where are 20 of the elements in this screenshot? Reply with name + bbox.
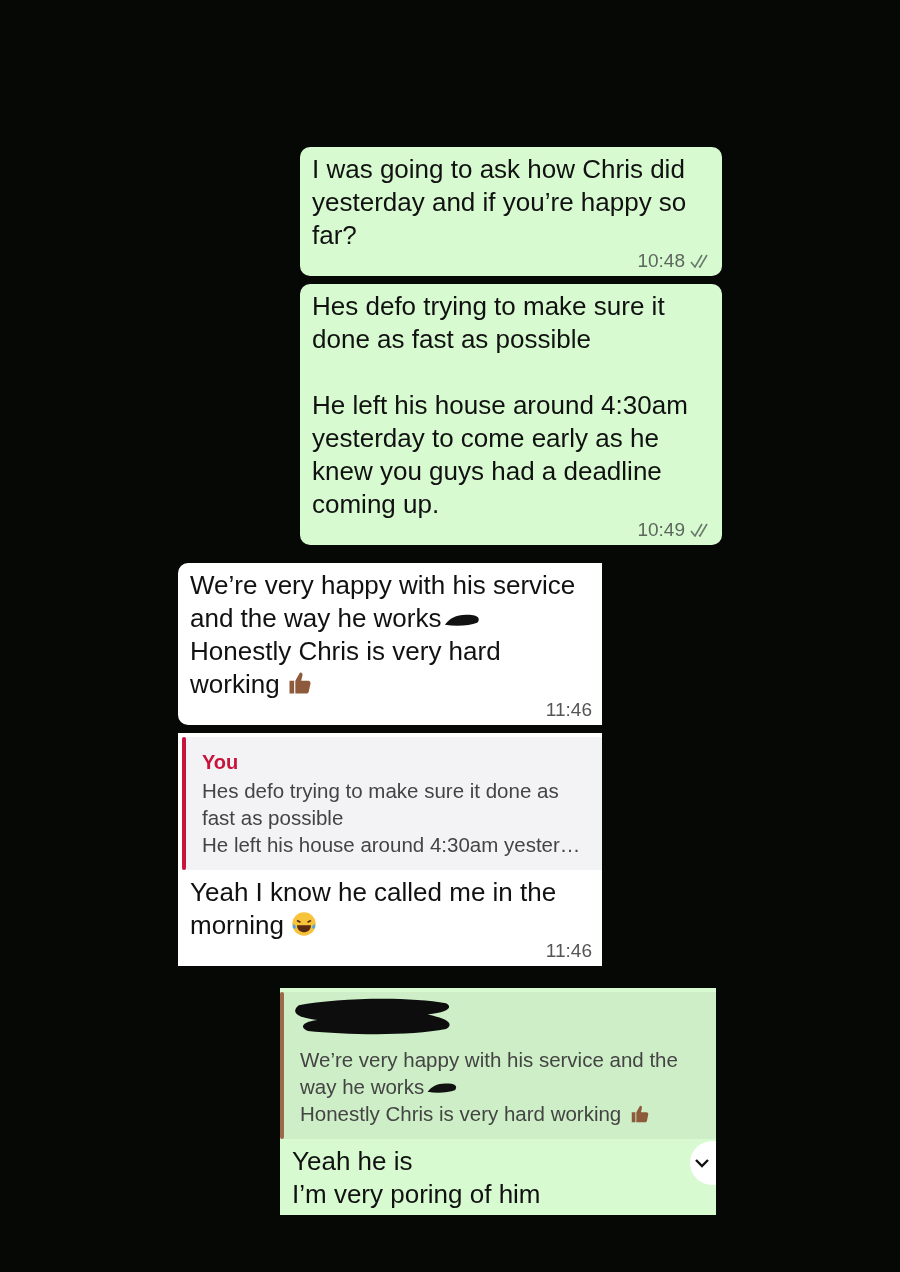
message-text: Honestly Chris is very hard working: [190, 635, 502, 701]
message-text: I was going to ask how Chris did yesterday and if you’re happy so far?: [312, 153, 688, 252]
message-time: 11:46: [545, 940, 592, 962]
message-text: Hes defo trying to make sure it done as fast as possible: [312, 290, 666, 356]
message-text: I’m very poring of him: [292, 1178, 542, 1211]
quoted-text: Hes defo trying to make sure it done as fast as possible: [202, 778, 560, 831]
quoted-text: Honestly Chris is very hard working: [300, 1100, 702, 1127]
message-time: 10:48: [637, 250, 685, 272]
quoted-message[interactable]: You Hes defo trying to make sure it done as fast as possible He left his house around 4:30am yester…: [182, 737, 602, 870]
quote-author: You: [202, 750, 240, 775]
chevron-down-icon: [694, 1158, 710, 1168]
message-text: Yeah he is: [292, 1145, 414, 1178]
quoted-text: We’re very happy with his service and the way he works: [300, 1047, 679, 1100]
message-text: He left his house around 4:30am yesterday to come early as he knew you guys had a deadline coming up.: [312, 389, 689, 521]
message-text: We’re very happy with his service and the way he works: [190, 569, 577, 635]
message-time: 11:46: [545, 699, 592, 721]
message-text: Yeah I know he called me in the morning: [190, 876, 558, 942]
quoted-message[interactable]: We’re very happy with his service and the way he works Honestly Chris is very hard working: [280, 992, 716, 1139]
message-time: 10:49: [637, 519, 685, 541]
quoted-text: He left his house around 4:30am yester…: [202, 832, 582, 858]
